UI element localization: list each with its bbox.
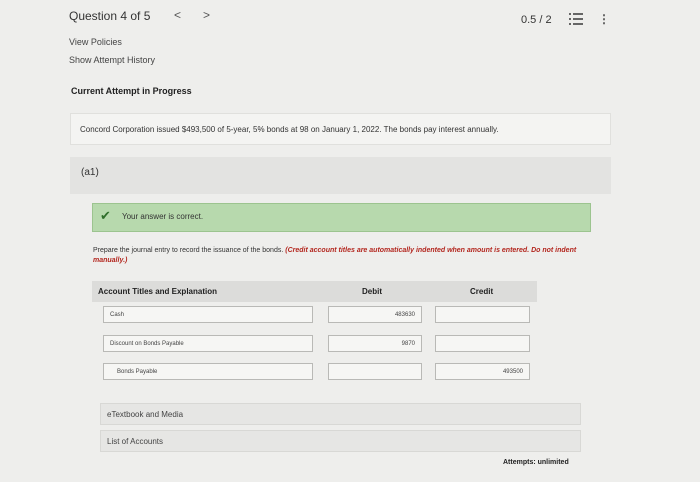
problem-text: Concord Corporation issued $493,500 of 5…: [80, 125, 499, 134]
etextbook-label: eTextbook and Media: [107, 410, 184, 419]
list-of-accounts-button[interactable]: List of Accounts: [100, 430, 581, 452]
current-attempt-heading: Current Attempt in Progress: [71, 86, 192, 96]
instructions: Prepare the journal entry to record the …: [93, 246, 583, 266]
credit-column-header: Credit: [470, 287, 494, 296]
top-bar: Question 4 of 5 < > 0.5 / 2 ⋮: [0, 0, 700, 32]
more-options-icon[interactable]: ⋮: [598, 12, 610, 26]
account-value: Cash: [110, 312, 125, 318]
credit-field[interactable]: [435, 335, 530, 352]
previous-question-icon[interactable]: <: [174, 8, 181, 22]
score: 0.5 / 2: [521, 14, 552, 26]
debit-value: 9870: [401, 341, 415, 347]
account-value: Bonds Payable: [117, 369, 158, 375]
view-policies-link[interactable]: View Policies: [69, 37, 122, 47]
checkmark-icon: ✔: [100, 208, 111, 223]
debit-field[interactable]: 9870: [328, 335, 422, 352]
debit-column-header: Debit: [362, 287, 382, 296]
credit-value: 493500: [502, 369, 523, 375]
debit-field[interactable]: [328, 363, 422, 380]
account-field[interactable]: Bonds Payable: [103, 363, 313, 380]
part-header: (a1): [70, 157, 611, 194]
instruction-text: Prepare the journal entry to record the …: [93, 247, 284, 254]
debit-value: 483630: [394, 312, 415, 318]
list-of-accounts-label: List of Accounts: [107, 437, 164, 446]
next-question-icon[interactable]: >: [203, 8, 210, 22]
problem-statement: Concord Corporation issued $493,500 of 5…: [70, 113, 611, 145]
credit-field[interactable]: [435, 306, 530, 323]
question-label: Question 4 of 5: [69, 9, 151, 23]
question-list-icon[interactable]: [569, 13, 583, 25]
attempts-label: Attempts: unlimited: [503, 459, 569, 466]
credit-field[interactable]: 493500: [435, 363, 530, 380]
feedback-text: Your answer is correct.: [122, 212, 204, 221]
part-label: (a1): [81, 167, 99, 178]
debit-field[interactable]: 483630: [328, 306, 422, 323]
etextbook-and-media-button[interactable]: eTextbook and Media: [100, 403, 581, 425]
journal-table-header: Account Titles and Explanation Debit Cre…: [92, 281, 537, 302]
account-value: Discount on Bonds Payable: [110, 341, 184, 347]
account-field[interactable]: Cash: [103, 306, 313, 323]
correct-feedback-banner: ✔ Your answer is correct.: [92, 203, 591, 232]
account-field[interactable]: Discount on Bonds Payable: [103, 335, 313, 352]
account-column-header: Account Titles and Explanation: [98, 287, 217, 296]
show-attempt-history-link[interactable]: Show Attempt History: [69, 55, 155, 65]
